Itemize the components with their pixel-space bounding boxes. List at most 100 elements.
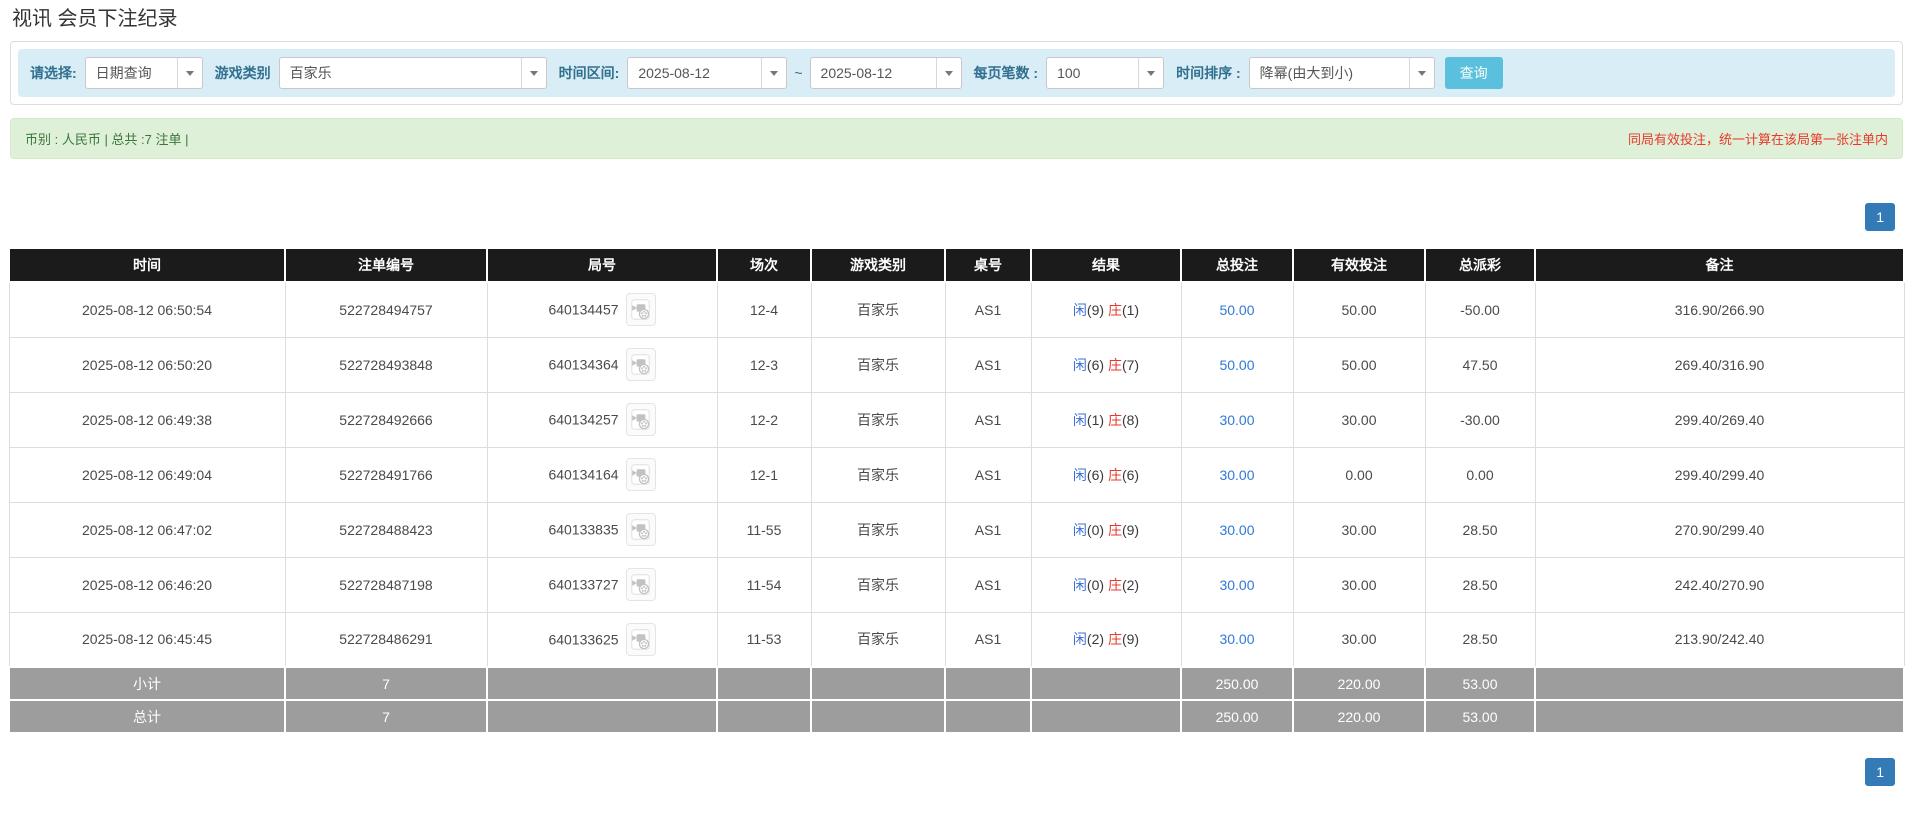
page-1-button[interactable]: 1 [1865, 203, 1895, 231]
summary-valid-bet: 220.00 [1293, 667, 1425, 700]
date-from-dropdown[interactable]: 2025-08-12 [627, 57, 787, 89]
select-type-dropdown[interactable]: 日期查询 [85, 57, 203, 89]
summary-row: 小计7250.00220.0053.00 [9, 667, 1904, 700]
cell-bet-no: 522728492666 [285, 392, 487, 447]
cell-valid-bet: 50.00 [1293, 337, 1425, 392]
cell-bet-no: 522728491766 [285, 447, 487, 502]
cell-game-category: 百家乐 [811, 282, 945, 337]
cell-valid-bet: 50.00 [1293, 282, 1425, 337]
summary-valid-bet: 220.00 [1293, 700, 1425, 733]
cell-bet-no: 522728493848 [285, 337, 487, 392]
video-replay-button[interactable] [626, 623, 656, 656]
cell-valid-bet: 30.00 [1293, 557, 1425, 612]
summary-row: 总计7250.00220.0053.00 [9, 700, 1904, 733]
page: 视讯 会员下注纪录 请选择: 日期查询 游戏类别 百家乐 时间区间: 2025-… [0, 2, 1913, 786]
cell-payout: -50.00 [1425, 282, 1535, 337]
cell-payout: 47.50 [1425, 337, 1535, 392]
summary-warning-text: 同局有效投注，统一计算在该局第一张注单内 [1628, 129, 1888, 148]
cell-total-bet: 30.00 [1181, 447, 1293, 502]
cell-total-bet: 30.00 [1181, 557, 1293, 612]
column-header-4: 游戏类别 [811, 248, 945, 282]
search-button[interactable]: 查询 [1445, 57, 1503, 89]
video-replay-button[interactable] [626, 403, 656, 436]
round-no-text: 640134257 [548, 412, 618, 428]
date-to-dropdown[interactable]: 2025-08-12 [810, 57, 962, 89]
table-row: 2025-08-12 06:49:38522728492666 640134257… [9, 392, 1904, 447]
result-player-count: (6) [1087, 357, 1104, 373]
chevron-down-icon [936, 58, 961, 88]
cell-round-no: 640134457 [487, 282, 717, 337]
summary-empty-cell-game-category [811, 700, 945, 733]
video-replay-button[interactable] [626, 568, 656, 601]
chevron-down-icon [761, 58, 786, 88]
result-player-label: 闲 [1073, 412, 1087, 428]
cell-game-category: 百家乐 [811, 392, 945, 447]
summary-empty-remark [1535, 700, 1904, 733]
summary-empty-cell-session [717, 700, 811, 733]
cell-total-bet: 50.00 [1181, 282, 1293, 337]
result-player-count: (0) [1087, 522, 1104, 538]
column-header-5: 桌号 [945, 248, 1031, 282]
summary-count: 7 [285, 700, 487, 733]
page-1-button[interactable]: 1 [1865, 758, 1895, 786]
cell-session: 12-3 [717, 337, 811, 392]
cell-payout: 28.50 [1425, 557, 1535, 612]
cell-result: 闲(1) 庄(8) [1031, 392, 1181, 447]
total-bet-link[interactable]: 30.00 [1219, 631, 1254, 647]
round-no-text: 640134457 [548, 302, 618, 318]
bet-records-table: 时间注单编号局号场次游戏类别桌号结果总投注有效投注总派彩备注 2025-08-1… [8, 247, 1905, 734]
cell-remark: 299.40/299.40 [1535, 447, 1904, 502]
video-camera-icon [631, 354, 650, 375]
video-replay-button[interactable] [626, 348, 656, 381]
total-bet-link[interactable]: 30.00 [1219, 522, 1254, 538]
cell-round-no: 640133727 [487, 557, 717, 612]
result-banker-label: 庄 [1108, 577, 1122, 593]
time-sort-dropdown[interactable]: 降幂(由大到小) [1249, 57, 1435, 89]
summary-empty-cell-game-category [811, 667, 945, 700]
cell-table-no: AS1 [945, 392, 1031, 447]
result-player-label: 闲 [1073, 631, 1087, 647]
video-replay-button[interactable] [626, 293, 656, 326]
total-bet-link[interactable]: 50.00 [1219, 302, 1254, 318]
round-no-text: 640133835 [548, 522, 618, 538]
filter-panel: 请选择: 日期查询 游戏类别 百家乐 时间区间: 2025-08-12 ~ 20… [10, 41, 1903, 105]
result-player-count: (9) [1087, 302, 1104, 318]
summary-bar: 币别 : 人民币 | 总共 :7 注单 | 同局有效投注，统一计算在该局第一张注… [10, 118, 1903, 159]
video-camera-icon [631, 409, 650, 430]
result-player-count: (6) [1087, 467, 1104, 483]
time-range-label: 时间区间: [559, 63, 620, 83]
column-header-7: 总投注 [1181, 248, 1293, 282]
cell-time: 2025-08-12 06:47:02 [9, 502, 285, 557]
game-category-dropdown[interactable]: 百家乐 [279, 57, 547, 89]
date-from-value: 2025-08-12 [628, 58, 761, 88]
cell-total-bet: 30.00 [1181, 612, 1293, 667]
cell-remark: 316.90/266.90 [1535, 282, 1904, 337]
cell-bet-no: 522728488423 [285, 502, 487, 557]
total-bet-link[interactable]: 30.00 [1219, 467, 1254, 483]
cell-valid-bet: 30.00 [1293, 392, 1425, 447]
cell-session: 11-54 [717, 557, 811, 612]
total-bet-link[interactable]: 30.00 [1219, 412, 1254, 428]
cell-session: 11-55 [717, 502, 811, 557]
result-player-count: (2) [1087, 631, 1104, 647]
video-camera-icon [631, 299, 650, 320]
cell-time: 2025-08-12 06:50:20 [9, 337, 285, 392]
select-type-label: 请选择: [30, 63, 77, 83]
summary-count: 7 [285, 667, 487, 700]
cell-remark: 270.90/299.40 [1535, 502, 1904, 557]
page-size-label: 每页笔数 : [974, 63, 1039, 83]
filter-bar: 请选择: 日期查询 游戏类别 百家乐 时间区间: 2025-08-12 ~ 20… [18, 49, 1895, 97]
total-bet-link[interactable]: 30.00 [1219, 577, 1254, 593]
game-category-label: 游戏类别 [215, 63, 271, 83]
result-player-label: 闲 [1073, 302, 1087, 318]
page-size-dropdown[interactable]: 100 [1046, 57, 1164, 89]
cell-remark: 242.40/270.90 [1535, 557, 1904, 612]
total-bet-link[interactable]: 50.00 [1219, 357, 1254, 373]
video-replay-button[interactable] [626, 513, 656, 546]
date-range-separator: ~ [794, 65, 802, 81]
table-row: 2025-08-12 06:50:20522728493848640134364… [9, 337, 1904, 392]
video-replay-button[interactable] [626, 458, 656, 491]
result-banker-count: (8) [1122, 412, 1139, 428]
cell-time: 2025-08-12 06:49:38 [9, 392, 285, 447]
result-banker-label: 庄 [1108, 412, 1122, 428]
